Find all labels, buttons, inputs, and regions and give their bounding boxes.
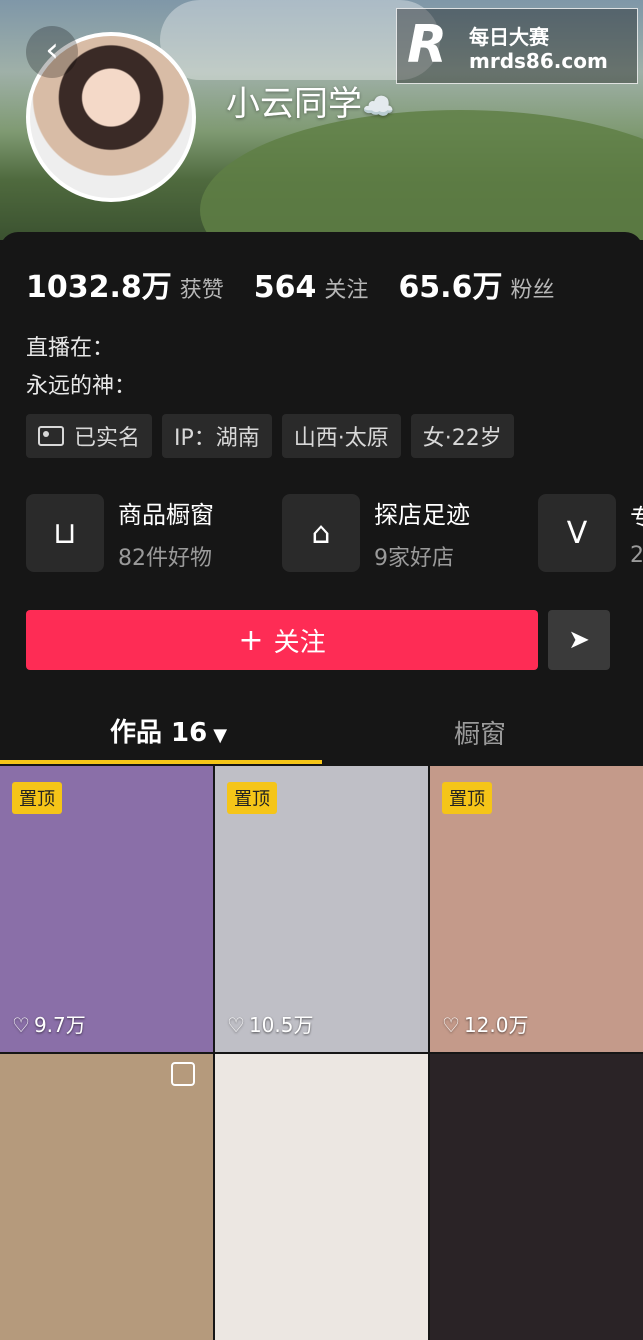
send-message-button[interactable]: ➤ — [548, 610, 610, 670]
feature-shop-window[interactable]: ⊔ 商品橱窗 82件好物 — [26, 494, 282, 572]
pinned-badge: 置顶 — [12, 782, 62, 814]
tag-verified-label: 已实名 — [74, 426, 141, 451]
watermark-url: mrds86.com — [469, 49, 608, 73]
tab-works-label: 作品 16 — [110, 718, 208, 748]
tab-window[interactable]: 橱窗 — [454, 714, 506, 751]
feature-row: ⊔ 商品橱窗 82件好物 ⌂ 探店足迹 9家好店 V 专 2 — [26, 494, 643, 572]
plus-icon: + — [238, 622, 264, 658]
like-count-value: 10.5万 — [248, 1013, 314, 1037]
bio-line-2: 永远的神： — [26, 374, 137, 399]
pinned-badge: 置顶 — [227, 782, 277, 814]
tag-ip: IP：湖南 — [162, 414, 272, 458]
bio: 直播在： 永远的神： — [26, 330, 136, 406]
id-card-icon — [38, 426, 64, 446]
video-thumb[interactable] — [0, 1054, 213, 1340]
shopping-bag-icon: ⊔ — [26, 494, 104, 572]
background-hill — [200, 110, 643, 240]
watermark: R 每日大赛 mrds86.com — [396, 8, 638, 84]
store-icon: ⌂ — [282, 494, 360, 572]
video-thumb[interactable] — [215, 1054, 428, 1340]
follow-button[interactable]: + 关注 — [26, 610, 538, 670]
username: 小云同学☁️ — [226, 76, 394, 125]
likes-label: 获赞 — [179, 278, 224, 303]
content-tabs: 作品 16 ▼ 橱窗 — [0, 700, 643, 764]
stats-row: 1032.8万 获赞 564 关注 65.6万 粉丝 — [26, 262, 584, 306]
heart-icon: ♡ — [12, 1013, 30, 1037]
feature-shop-title: 商品橱窗 — [118, 500, 214, 529]
pinned-badge: 置顶 — [442, 782, 492, 814]
following-label[interactable]: 关注 — [324, 272, 368, 304]
tag-row: 已实名 IP：湖南 山西·太原 女·22岁 — [26, 414, 514, 458]
cloud-icon: ☁️ — [362, 92, 395, 122]
bio-line-1: 直播在： — [26, 336, 115, 361]
like-count: ♡ 10.5万 — [227, 1009, 313, 1038]
caret-down-icon: ▼ — [213, 725, 228, 746]
send-icon: ➤ — [568, 625, 590, 655]
following-count[interactable]: 564 — [254, 270, 317, 305]
feature-shop-subtitle: 82件好物 — [118, 545, 212, 571]
heart-icon: ♡ — [442, 1013, 460, 1037]
like-count: ♡ 12.0万 — [442, 1009, 528, 1038]
multi-image-icon — [171, 1062, 195, 1086]
watermark-title: 每日大赛 — [469, 25, 549, 49]
tag-verified: 已实名 — [26, 414, 153, 458]
back-button[interactable]: ‹ — [26, 26, 78, 78]
video-thumb[interactable]: 置顶 ♡ 9.7万 — [0, 766, 213, 1052]
follow-label: 关注 — [273, 627, 326, 658]
tag-city[interactable]: 山西·太原 — [281, 414, 401, 458]
video-thumb[interactable] — [430, 1054, 643, 1340]
followers-count[interactable]: 65.6万 — [398, 262, 502, 306]
like-count-value: 9.7万 — [33, 1013, 86, 1037]
followers-label[interactable]: 粉丝 — [510, 272, 554, 304]
like-count-value: 12.0万 — [463, 1013, 529, 1037]
chevron-left-icon: ‹ — [45, 30, 59, 70]
heart-icon: ♡ — [227, 1013, 245, 1037]
video-thumb[interactable]: 置顶 ♡ 10.5万 — [215, 766, 428, 1052]
feature-third[interactable]: V 专 2 — [538, 494, 643, 572]
likes-count: 1032.8万 — [26, 270, 172, 305]
feature-store-visits[interactable]: ⌂ 探店足迹 9家好店 — [282, 494, 538, 572]
tag-gender-age: 女·22岁 — [410, 414, 514, 458]
video-thumb[interactable]: 置顶 ♡ 12.0万 — [430, 766, 643, 1052]
tag-city-label: 山西·太原 — [293, 426, 389, 451]
feature-store-subtitle: 9家好店 — [374, 545, 454, 571]
tag-ip-label: IP：湖南 — [174, 426, 260, 451]
tab-active-indicator — [0, 760, 322, 764]
tag-gender-age-label: 女·22岁 — [422, 426, 502, 451]
watermark-logo: R — [407, 15, 448, 75]
v-icon: V — [538, 494, 616, 572]
feature-third-title: 专 — [630, 504, 643, 532]
tab-works[interactable]: 作品 16 ▼ — [110, 712, 227, 749]
username-text: 小云同学 — [226, 84, 362, 124]
feature-store-title: 探店足迹 — [374, 500, 470, 529]
like-count: ♡ 9.7万 — [12, 1009, 86, 1038]
feature-third-subtitle: 2 — [630, 543, 643, 568]
